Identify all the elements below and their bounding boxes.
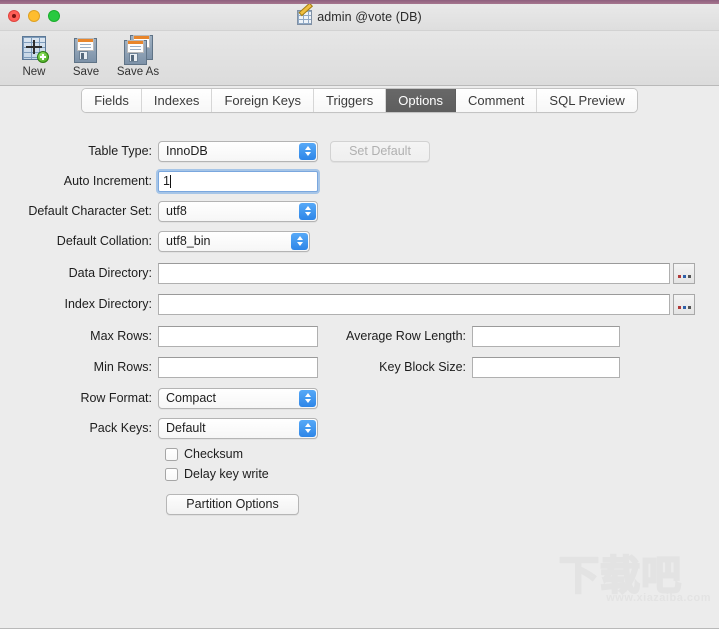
chevron-updown-icon bbox=[299, 142, 316, 160]
data-directory-browse-button[interactable] bbox=[673, 262, 695, 284]
max-rows-label: Max Rows: bbox=[90, 329, 152, 343]
save-as-button-label: Save As bbox=[116, 66, 160, 78]
new-button-label: New bbox=[22, 66, 46, 78]
pack-keys-value: Default bbox=[166, 421, 206, 435]
save-as-button[interactable]: Save As bbox=[112, 34, 164, 78]
checksum-checkbox[interactable] bbox=[165, 447, 178, 461]
avg-row-length-input[interactable] bbox=[472, 325, 620, 347]
tab-fields[interactable]: Fields bbox=[82, 89, 142, 112]
min-rows-input[interactable] bbox=[158, 356, 318, 378]
title-bar: admin @vote (DB) bbox=[0, 4, 719, 31]
chevron-updown-icon bbox=[299, 389, 316, 407]
row-partition-options: Partition Options bbox=[166, 493, 299, 515]
auto-increment-input[interactable]: 1 bbox=[158, 170, 318, 192]
tab-bar-area: Fields Indexes Foreign Keys Triggers Opt… bbox=[0, 86, 719, 118]
options-form-panel: Table Type: InnoDB Set Default Auto Incr… bbox=[0, 118, 719, 618]
default-charset-label: Default Character Set: bbox=[28, 204, 152, 218]
minimize-button[interactable] bbox=[28, 10, 40, 22]
maximize-button[interactable] bbox=[48, 10, 60, 22]
auto-increment-label: Auto Increment: bbox=[63, 174, 152, 188]
tab-indexes[interactable]: Indexes bbox=[141, 89, 213, 112]
chevron-updown-icon bbox=[299, 419, 316, 437]
min-rows-label: Min Rows: bbox=[93, 360, 152, 374]
table-type-select[interactable]: InnoDB bbox=[158, 140, 318, 162]
save-as-floppy-icon bbox=[122, 35, 154, 65]
partition-options-button[interactable]: Partition Options bbox=[166, 493, 299, 515]
key-block-size-input[interactable] bbox=[472, 356, 620, 378]
tab-foreign-keys[interactable]: Foreign Keys bbox=[212, 89, 315, 112]
toolbar: New Save Save As bbox=[0, 31, 719, 86]
row-index-directory: Index Directory: bbox=[0, 293, 695, 315]
index-directory-browse-button[interactable] bbox=[673, 293, 695, 315]
new-button[interactable]: New bbox=[8, 34, 60, 78]
set-default-button[interactable]: Set Default bbox=[330, 140, 430, 162]
window-title-group: admin @vote (DB) bbox=[0, 4, 719, 30]
window-title: admin @vote (DB) bbox=[317, 10, 422, 24]
table-type-value: InnoDB bbox=[166, 144, 208, 158]
avg-row-length-label: Average Row Length: bbox=[346, 329, 466, 343]
watermark-url: www.xiazaiba.com bbox=[606, 592, 711, 604]
index-directory-input[interactable] bbox=[158, 293, 670, 315]
checksum-label: Checksum bbox=[184, 447, 244, 461]
save-floppy-icon bbox=[70, 35, 102, 65]
tab-comment[interactable]: Comment bbox=[456, 89, 538, 112]
default-collation-value: utf8_bin bbox=[166, 234, 211, 248]
checksum-checkbox-row[interactable]: Checksum bbox=[165, 447, 243, 461]
default-collation-label: Default Collation: bbox=[56, 234, 152, 248]
row-pack-keys: Pack Keys: Default bbox=[0, 417, 318, 439]
row-format-label: Row Format: bbox=[80, 391, 152, 405]
default-charset-value: utf8 bbox=[166, 204, 187, 218]
data-directory-label: Data Directory: bbox=[68, 266, 152, 280]
tab-sql-preview[interactable]: SQL Preview bbox=[537, 89, 637, 112]
watermark-text: 下载吧 bbox=[558, 553, 682, 599]
default-charset-select[interactable]: utf8 bbox=[158, 200, 318, 222]
new-table-icon bbox=[18, 35, 50, 65]
row-min-rows: Min Rows: Key Block Size: bbox=[0, 356, 620, 378]
auto-increment-value: 1 bbox=[163, 174, 170, 188]
default-collation-select[interactable]: utf8_bin bbox=[158, 230, 310, 252]
row-data-directory: Data Directory: bbox=[0, 262, 695, 284]
tab-bar: Fields Indexes Foreign Keys Triggers Opt… bbox=[82, 89, 637, 112]
watermark: 下载吧 www.xiazaiba.com bbox=[558, 553, 711, 612]
row-row-format: Row Format: Compact bbox=[0, 387, 318, 409]
table-type-label: Table Type: bbox=[88, 144, 152, 158]
delay-key-write-checkbox[interactable] bbox=[165, 467, 178, 481]
chevron-updown-icon bbox=[299, 202, 316, 220]
chevron-updown-icon bbox=[291, 232, 308, 250]
row-default-collation: Default Collation: utf8_bin bbox=[0, 230, 310, 252]
window-controls bbox=[8, 10, 60, 22]
tab-triggers[interactable]: Triggers bbox=[314, 89, 387, 112]
delay-key-write-label: Delay key write bbox=[184, 467, 269, 481]
table-edit-icon bbox=[297, 4, 313, 25]
application-window: admin @vote (DB) New Save Save As Fields… bbox=[0, 4, 719, 629]
row-auto-increment: Auto Increment: 1 bbox=[0, 170, 318, 192]
row-max-rows: Max Rows: Average Row Length: bbox=[0, 325, 620, 347]
close-button[interactable] bbox=[8, 10, 20, 22]
key-block-size-label: Key Block Size: bbox=[379, 360, 466, 374]
max-rows-input[interactable] bbox=[158, 325, 318, 347]
row-format-select[interactable]: Compact bbox=[158, 387, 318, 409]
row-table-type: Table Type: InnoDB Set Default bbox=[0, 140, 430, 162]
row-default-charset: Default Character Set: utf8 bbox=[0, 200, 318, 222]
pack-keys-label: Pack Keys: bbox=[89, 421, 152, 435]
save-button-label: Save bbox=[72, 66, 100, 78]
row-format-value: Compact bbox=[166, 391, 217, 405]
save-button[interactable]: Save bbox=[60, 34, 112, 78]
delay-key-write-checkbox-row[interactable]: Delay key write bbox=[165, 467, 269, 481]
pack-keys-select[interactable]: Default bbox=[158, 417, 318, 439]
tab-options[interactable]: Options bbox=[386, 89, 457, 112]
index-directory-label: Index Directory: bbox=[64, 297, 152, 311]
data-directory-input[interactable] bbox=[158, 262, 670, 284]
